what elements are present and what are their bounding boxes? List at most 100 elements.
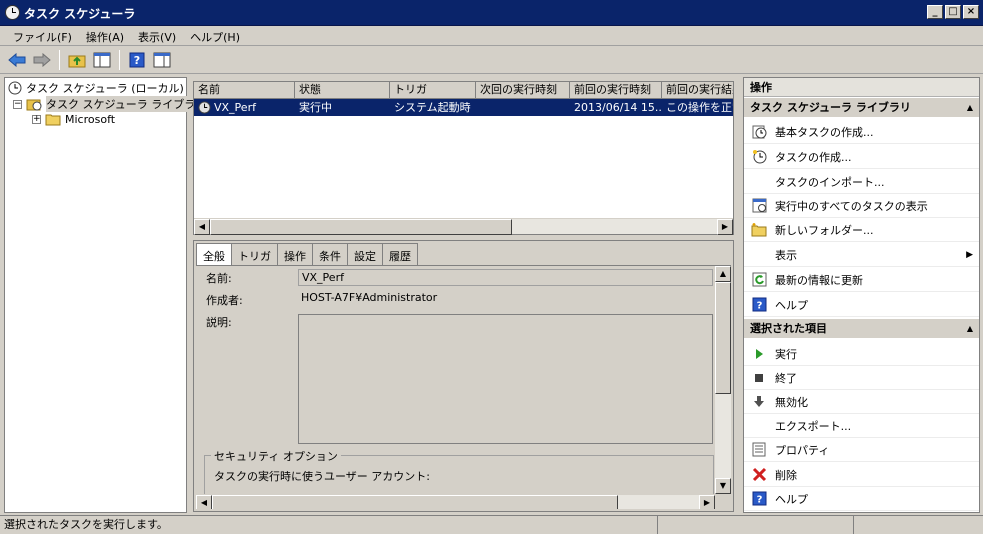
- action-help[interactable]: ? ヘルプ: [744, 293, 979, 317]
- column-status[interactable]: 状態: [295, 82, 390, 99]
- folder-up-icon: [68, 55, 86, 68]
- maximize-button[interactable]: □: [945, 5, 961, 19]
- forward-button[interactable]: [31, 49, 53, 71]
- menu-help[interactable]: ヘルプ(H): [183, 26, 247, 45]
- console-tree: タスク スケジューラ (ローカル) − タスク スケジューラ ライブラリ + M…: [4, 77, 207, 513]
- scroll-right-button[interactable]: ▶: [717, 219, 733, 235]
- back-button[interactable]: [6, 49, 28, 71]
- tab-history[interactable]: 履歴: [382, 243, 418, 265]
- task-last-result: この操作を正常に終了しました。: [666, 101, 733, 114]
- action-create-task[interactable]: タスクの作成...: [744, 145, 979, 169]
- blank-icon: [751, 174, 767, 190]
- blank-icon: [751, 247, 767, 263]
- menu-view[interactable]: 表示(V): [131, 26, 183, 45]
- author-value: HOST-A7F¥Administrator: [301, 291, 438, 304]
- task-last-run: 2013/06/14 15...: [574, 101, 662, 114]
- vscroll-thumb[interactable]: [715, 282, 731, 394]
- tab-general[interactable]: 全般: [196, 243, 232, 266]
- action-pane-icon: [153, 52, 171, 68]
- task-status: 実行中: [299, 101, 332, 114]
- help-icon: ?: [751, 491, 767, 507]
- scroll-down-button[interactable]: ▼: [715, 478, 731, 494]
- tree-item-root[interactable]: タスク スケジューラ (ローカル): [8, 80, 184, 96]
- folder-clock-icon: [26, 99, 42, 111]
- task-clock-icon: [198, 101, 211, 114]
- action-label: 実行中のすべてのタスクの表示: [775, 199, 928, 213]
- action-end[interactable]: 終了: [744, 366, 979, 390]
- show-action-pane-button[interactable]: [151, 49, 173, 71]
- action-label: エクスポート...: [775, 419, 852, 433]
- column-last-run[interactable]: 前回の実行時刻: [570, 82, 662, 99]
- description-field[interactable]: [298, 314, 713, 444]
- tab-conditions[interactable]: 条件: [312, 243, 348, 265]
- action-new-folder[interactable]: 新しいフォルダー...: [744, 218, 979, 242]
- window-title: タスク スケジューラ: [24, 7, 136, 21]
- tree-item-microsoft[interactable]: + Microsoft: [32, 111, 115, 127]
- scroll-left-button[interactable]: ◀: [194, 219, 210, 235]
- basic-task-icon: [751, 124, 767, 140]
- title-bar: タスク スケジューラ _ □ ×: [0, 0, 983, 26]
- column-name[interactable]: 名前: [194, 82, 295, 99]
- column-next-run[interactable]: 次回の実行時刻: [476, 82, 570, 99]
- scroll-thumb[interactable]: [212, 495, 618, 509]
- action-help-selected[interactable]: ? ヘルプ: [744, 487, 979, 511]
- action-import-task[interactable]: タスクのインポート...: [744, 170, 979, 194]
- column-trigger[interactable]: トリガ: [390, 82, 476, 99]
- show-hide-tree-button[interactable]: [91, 49, 113, 71]
- menu-file[interactable]: ファイル(F): [6, 26, 79, 45]
- detail-vscrollbar[interactable]: ▲ ▼: [715, 266, 731, 494]
- author-label: 作成者:: [206, 294, 243, 307]
- action-delete[interactable]: 削除: [744, 463, 979, 487]
- action-disable[interactable]: 無効化: [744, 390, 979, 414]
- scroll-right-button[interactable]: ▶: [699, 495, 715, 509]
- refresh-icon: [751, 272, 767, 288]
- action-label: 実行: [775, 347, 797, 361]
- minimize-button[interactable]: _: [927, 5, 943, 19]
- name-field[interactable]: VX_Perf: [298, 269, 713, 286]
- tab-triggers[interactable]: トリガ: [231, 243, 278, 265]
- detail-hscrollbar[interactable]: ◀ ▶: [196, 494, 715, 509]
- tab-settings[interactable]: 設定: [347, 243, 383, 265]
- up-folder-button[interactable]: [66, 49, 88, 71]
- menu-bar: ファイル(F) 操作(A) 表示(V) ヘルプ(H): [0, 26, 983, 46]
- tree-item-library[interactable]: − タスク スケジューラ ライブラリ: [13, 96, 207, 112]
- menu-action[interactable]: 操作(A): [79, 26, 131, 45]
- action-display-running-tasks[interactable]: 実行中のすべてのタスクの表示: [744, 194, 979, 218]
- task-name-cell: VX_Perf: [194, 99, 295, 116]
- security-account-label: タスクの実行時に使うユーザー アカウント:: [214, 470, 430, 483]
- svg-text:?: ?: [756, 495, 762, 506]
- action-export[interactable]: エクスポート...: [744, 414, 979, 438]
- action-label: ヘルプ: [775, 492, 808, 506]
- actions-section-selected[interactable]: 選択された項目 ▲: [744, 319, 979, 338]
- tree-expand-toggle[interactable]: +: [32, 114, 41, 124]
- action-label: 表示: [775, 248, 797, 262]
- table-row[interactable]: VX_Perf 実行中 システム起動時 2013/06/14 15... この操…: [194, 99, 733, 116]
- action-properties[interactable]: プロパティ: [744, 438, 979, 462]
- action-label: 新しいフォルダー...: [775, 223, 874, 237]
- task-list-hscrollbar[interactable]: ◀ ▶: [194, 218, 733, 235]
- action-refresh[interactable]: 最新の情報に更新: [744, 268, 979, 292]
- scroll-up-button[interactable]: ▲: [715, 266, 731, 282]
- svg-text:?: ?: [134, 54, 140, 67]
- help-icon: ?: [129, 52, 145, 68]
- tree-collapse-toggle[interactable]: −: [13, 99, 22, 109]
- tab-actions[interactable]: 操作: [277, 243, 313, 265]
- description-label: 説明:: [206, 316, 232, 329]
- action-create-basic-task[interactable]: 基本タスクの作成...: [744, 120, 979, 144]
- action-view-submenu[interactable]: 表示 ▶: [744, 243, 979, 267]
- actions-section-library[interactable]: タスク スケジューラ ライブラリ ▲: [744, 98, 979, 117]
- collapse-icon: ▲: [966, 103, 973, 112]
- close-button[interactable]: ×: [963, 5, 979, 19]
- clock-icon: [8, 81, 22, 95]
- scroll-left-button[interactable]: ◀: [196, 495, 212, 509]
- action-run[interactable]: 実行: [744, 342, 979, 366]
- scroll-thumb[interactable]: [210, 219, 512, 235]
- section-selected-label: 選択された項目: [750, 322, 827, 335]
- running-tasks-icon: [751, 198, 767, 214]
- status-text: 選択されたタスクを実行します。: [0, 516, 658, 534]
- help-button[interactable]: ?: [126, 49, 148, 71]
- new-folder-icon: [751, 222, 767, 238]
- column-last-result[interactable]: 前回の実行結果: [662, 82, 733, 99]
- action-label: 終了: [775, 371, 797, 385]
- security-options-title: セキュリティ オプション: [211, 448, 341, 464]
